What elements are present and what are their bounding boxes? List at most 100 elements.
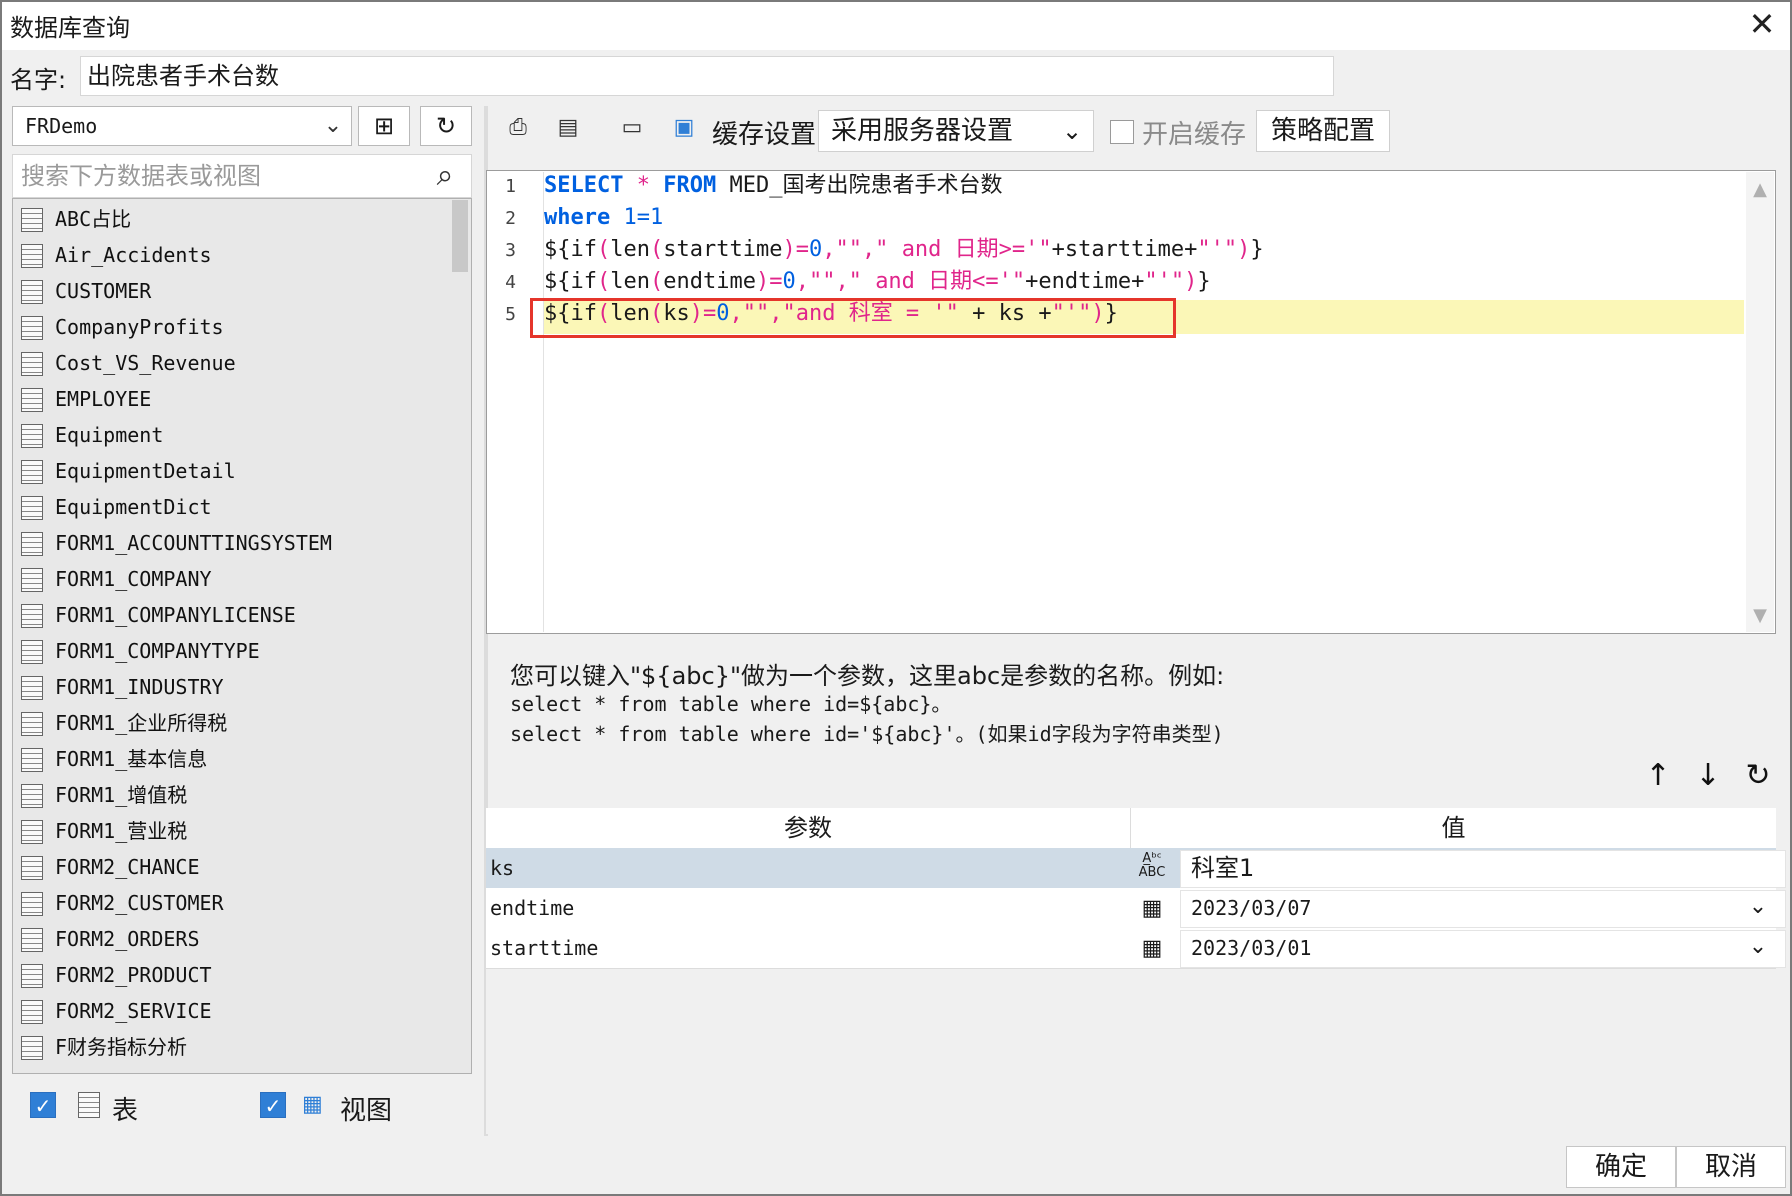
table-name: FORM1_营业税 bbox=[55, 819, 188, 843]
list-item[interactable]: CompanyProfits bbox=[13, 309, 471, 345]
table-icon bbox=[21, 244, 43, 268]
list-item[interactable]: EquipmentDict bbox=[13, 489, 471, 525]
table-icon bbox=[21, 280, 43, 304]
view-filter-label: 视图 bbox=[340, 1096, 393, 1126]
param-value-input[interactable]: 科室1 bbox=[1180, 850, 1786, 888]
table-icon bbox=[21, 496, 43, 520]
edit-datasource-icon[interactable]: ⊞ bbox=[358, 106, 410, 146]
move-up-icon[interactable]: ↑ bbox=[1638, 756, 1678, 796]
chevron-down-icon[interactable]: ⌄ bbox=[316, 108, 350, 144]
line-number: 1 bbox=[505, 176, 516, 197]
preview-icon[interactable]: ⎙ bbox=[500, 110, 536, 146]
sql-save-icon[interactable]: ▤ bbox=[550, 110, 586, 146]
list-item[interactable]: FORM1_增值税 bbox=[13, 777, 471, 813]
scroll-down-icon[interactable]: ▼ bbox=[1746, 602, 1774, 630]
list-item[interactable]: CUSTOMER bbox=[13, 273, 471, 309]
sql-format-icon[interactable]: ▭ bbox=[614, 110, 650, 146]
list-item[interactable]: FORM1_ACCOUNTTINGSYSTEM bbox=[13, 525, 471, 561]
cancel-button[interactable]: 取消 bbox=[1676, 1146, 1786, 1188]
chevron-down-icon[interactable]: ⌄ bbox=[1744, 932, 1772, 962]
search-icon[interactable]: ⌕ bbox=[424, 156, 466, 196]
ok-button[interactable]: 确定 bbox=[1566, 1146, 1676, 1188]
refresh-params-icon[interactable]: ↻ bbox=[1738, 756, 1778, 796]
sql-line-3[interactable]: ${if(len(starttime)=0,""," and 日期>='"+st… bbox=[544, 234, 1264, 266]
line-number: 3 bbox=[505, 240, 516, 261]
table-row[interactable]: endtime ▦ 2023/03/07 ⌄ bbox=[486, 888, 1786, 929]
scroll-up-icon[interactable]: ▲ bbox=[1746, 176, 1774, 204]
calendar-icon[interactable]: ▦ bbox=[1134, 932, 1170, 966]
list-item[interactable]: Equipment bbox=[13, 417, 471, 453]
table-name: FORM1_企业所得税 bbox=[55, 711, 228, 735]
list-item[interactable]: FORM1_COMPANYLICENSE bbox=[13, 597, 471, 633]
table-filter-checkbox[interactable]: ✓ bbox=[30, 1092, 56, 1118]
list-item[interactable]: FORM1_企业所得税 bbox=[13, 705, 471, 741]
table-icon bbox=[21, 352, 43, 376]
table-icon bbox=[21, 568, 43, 592]
table-row[interactable]: ks A̲ᵇᶜ ABC 科室1 bbox=[486, 848, 1786, 889]
name-input[interactable]: 出院患者手术台数 bbox=[80, 56, 1334, 96]
list-item[interactable]: FORM1_基本信息 bbox=[13, 741, 471, 777]
strategy-config-button[interactable]: 策略配置 bbox=[1256, 110, 1390, 152]
highlight-box bbox=[530, 298, 1176, 338]
close-icon[interactable]: ✕ bbox=[1740, 2, 1784, 46]
enable-cache-checkbox[interactable] bbox=[1110, 120, 1134, 144]
list-item[interactable]: Air_Accidents bbox=[13, 237, 471, 273]
table-icon bbox=[21, 820, 43, 844]
table-name: EquipmentDict bbox=[55, 495, 212, 519]
datasource-select[interactable]: FRDemo bbox=[12, 106, 352, 146]
tree-scrollbar[interactable] bbox=[452, 200, 468, 272]
list-item[interactable]: FORM2_PRODUCT bbox=[13, 957, 471, 993]
list-item[interactable]: FORM1_INDUSTRY bbox=[13, 669, 471, 705]
sql-line-4[interactable]: ${if(len(endtime)=0,""," and 日期<='"+endt… bbox=[544, 266, 1211, 298]
editor-scrollbar[interactable] bbox=[1746, 172, 1774, 632]
table-icon bbox=[21, 424, 43, 448]
sql-line-1[interactable]: SELECT * FROM MED_国考出院患者手术台数 bbox=[544, 170, 1002, 202]
line-number: 5 bbox=[505, 304, 516, 325]
table-name: FORM2_ORDERS bbox=[55, 927, 200, 951]
list-item[interactable]: FORM1_COMPANY bbox=[13, 561, 471, 597]
list-item[interactable]: FORM2_ORDERS bbox=[13, 921, 471, 957]
text-type-icon[interactable]: A̲ᵇᶜ ABC bbox=[1134, 852, 1170, 886]
sql-line-2[interactable]: where 1=1 bbox=[544, 202, 663, 234]
table-name: FORM1_COMPANYLICENSE bbox=[55, 603, 296, 627]
table-name: Cost_VS_Revenue bbox=[55, 351, 236, 375]
list-item[interactable]: ABC占比 bbox=[13, 201, 471, 237]
table-icon bbox=[21, 532, 43, 556]
list-item[interactable]: Cost_VS_Revenue bbox=[13, 345, 471, 381]
table-name: Equipment bbox=[55, 423, 164, 447]
view-filter-checkbox[interactable]: ✓ bbox=[260, 1092, 286, 1118]
list-item[interactable]: FORM2_SERVICE bbox=[13, 993, 471, 1029]
list-item[interactable]: F财务指标分析 bbox=[13, 1029, 471, 1065]
cache-mode-select[interactable]: 采用服务器设置 bbox=[818, 110, 1094, 152]
table-name: ABC占比 bbox=[55, 207, 132, 231]
list-item[interactable]: FORM1_营业税 bbox=[13, 813, 471, 849]
list-item[interactable]: FORM2_CHANCE bbox=[13, 849, 471, 885]
param-value-input[interactable]: 2023/03/01 bbox=[1180, 930, 1786, 968]
list-item[interactable]: FORM1_COMPANYTYPE bbox=[13, 633, 471, 669]
chevron-down-icon[interactable]: ⌄ bbox=[1744, 892, 1772, 922]
dialog-title: 数据库查询 bbox=[10, 14, 130, 42]
table-tree: ABC占比 Air_Accidents CUSTOMER CompanyProfits… bbox=[12, 198, 472, 1074]
line-number: 4 bbox=[505, 272, 516, 293]
table-search-input[interactable]: 搜索下方数据表或视图 bbox=[12, 154, 472, 198]
move-down-icon[interactable]: ↓ bbox=[1688, 756, 1728, 796]
table-row[interactable]: starttime ▦ 2023/03/01 ⌄ bbox=[486, 928, 1786, 969]
chevron-down-icon[interactable]: ⌄ bbox=[1054, 112, 1090, 150]
calendar-icon[interactable]: ▦ bbox=[1134, 892, 1170, 926]
table-name: FORM2_CUSTOMER bbox=[55, 891, 224, 915]
table-icon bbox=[21, 928, 43, 952]
table-icon bbox=[21, 460, 43, 484]
list-item[interactable]: FORM2_CUSTOMER bbox=[13, 885, 471, 921]
line-number: 2 bbox=[505, 208, 516, 229]
param-value-input[interactable]: 2023/03/07 bbox=[1180, 890, 1786, 928]
table-name: F财务指标分析 bbox=[55, 1035, 188, 1059]
table-name: FORM2_PRODUCT bbox=[55, 963, 212, 987]
list-item[interactable]: EMPLOYEE bbox=[13, 381, 471, 417]
table-icon bbox=[21, 964, 43, 988]
help-text-line-1: 您可以键入"${abc}"做为一个参数，这里abc是参数的名称。例如: bbox=[510, 662, 1225, 690]
list-item[interactable]: EquipmentDetail bbox=[13, 453, 471, 489]
cache-icon[interactable]: ▣ bbox=[666, 110, 702, 146]
table-icon bbox=[21, 856, 43, 880]
refresh-icon[interactable]: ↻ bbox=[420, 106, 472, 146]
param-name: starttime bbox=[490, 936, 599, 960]
